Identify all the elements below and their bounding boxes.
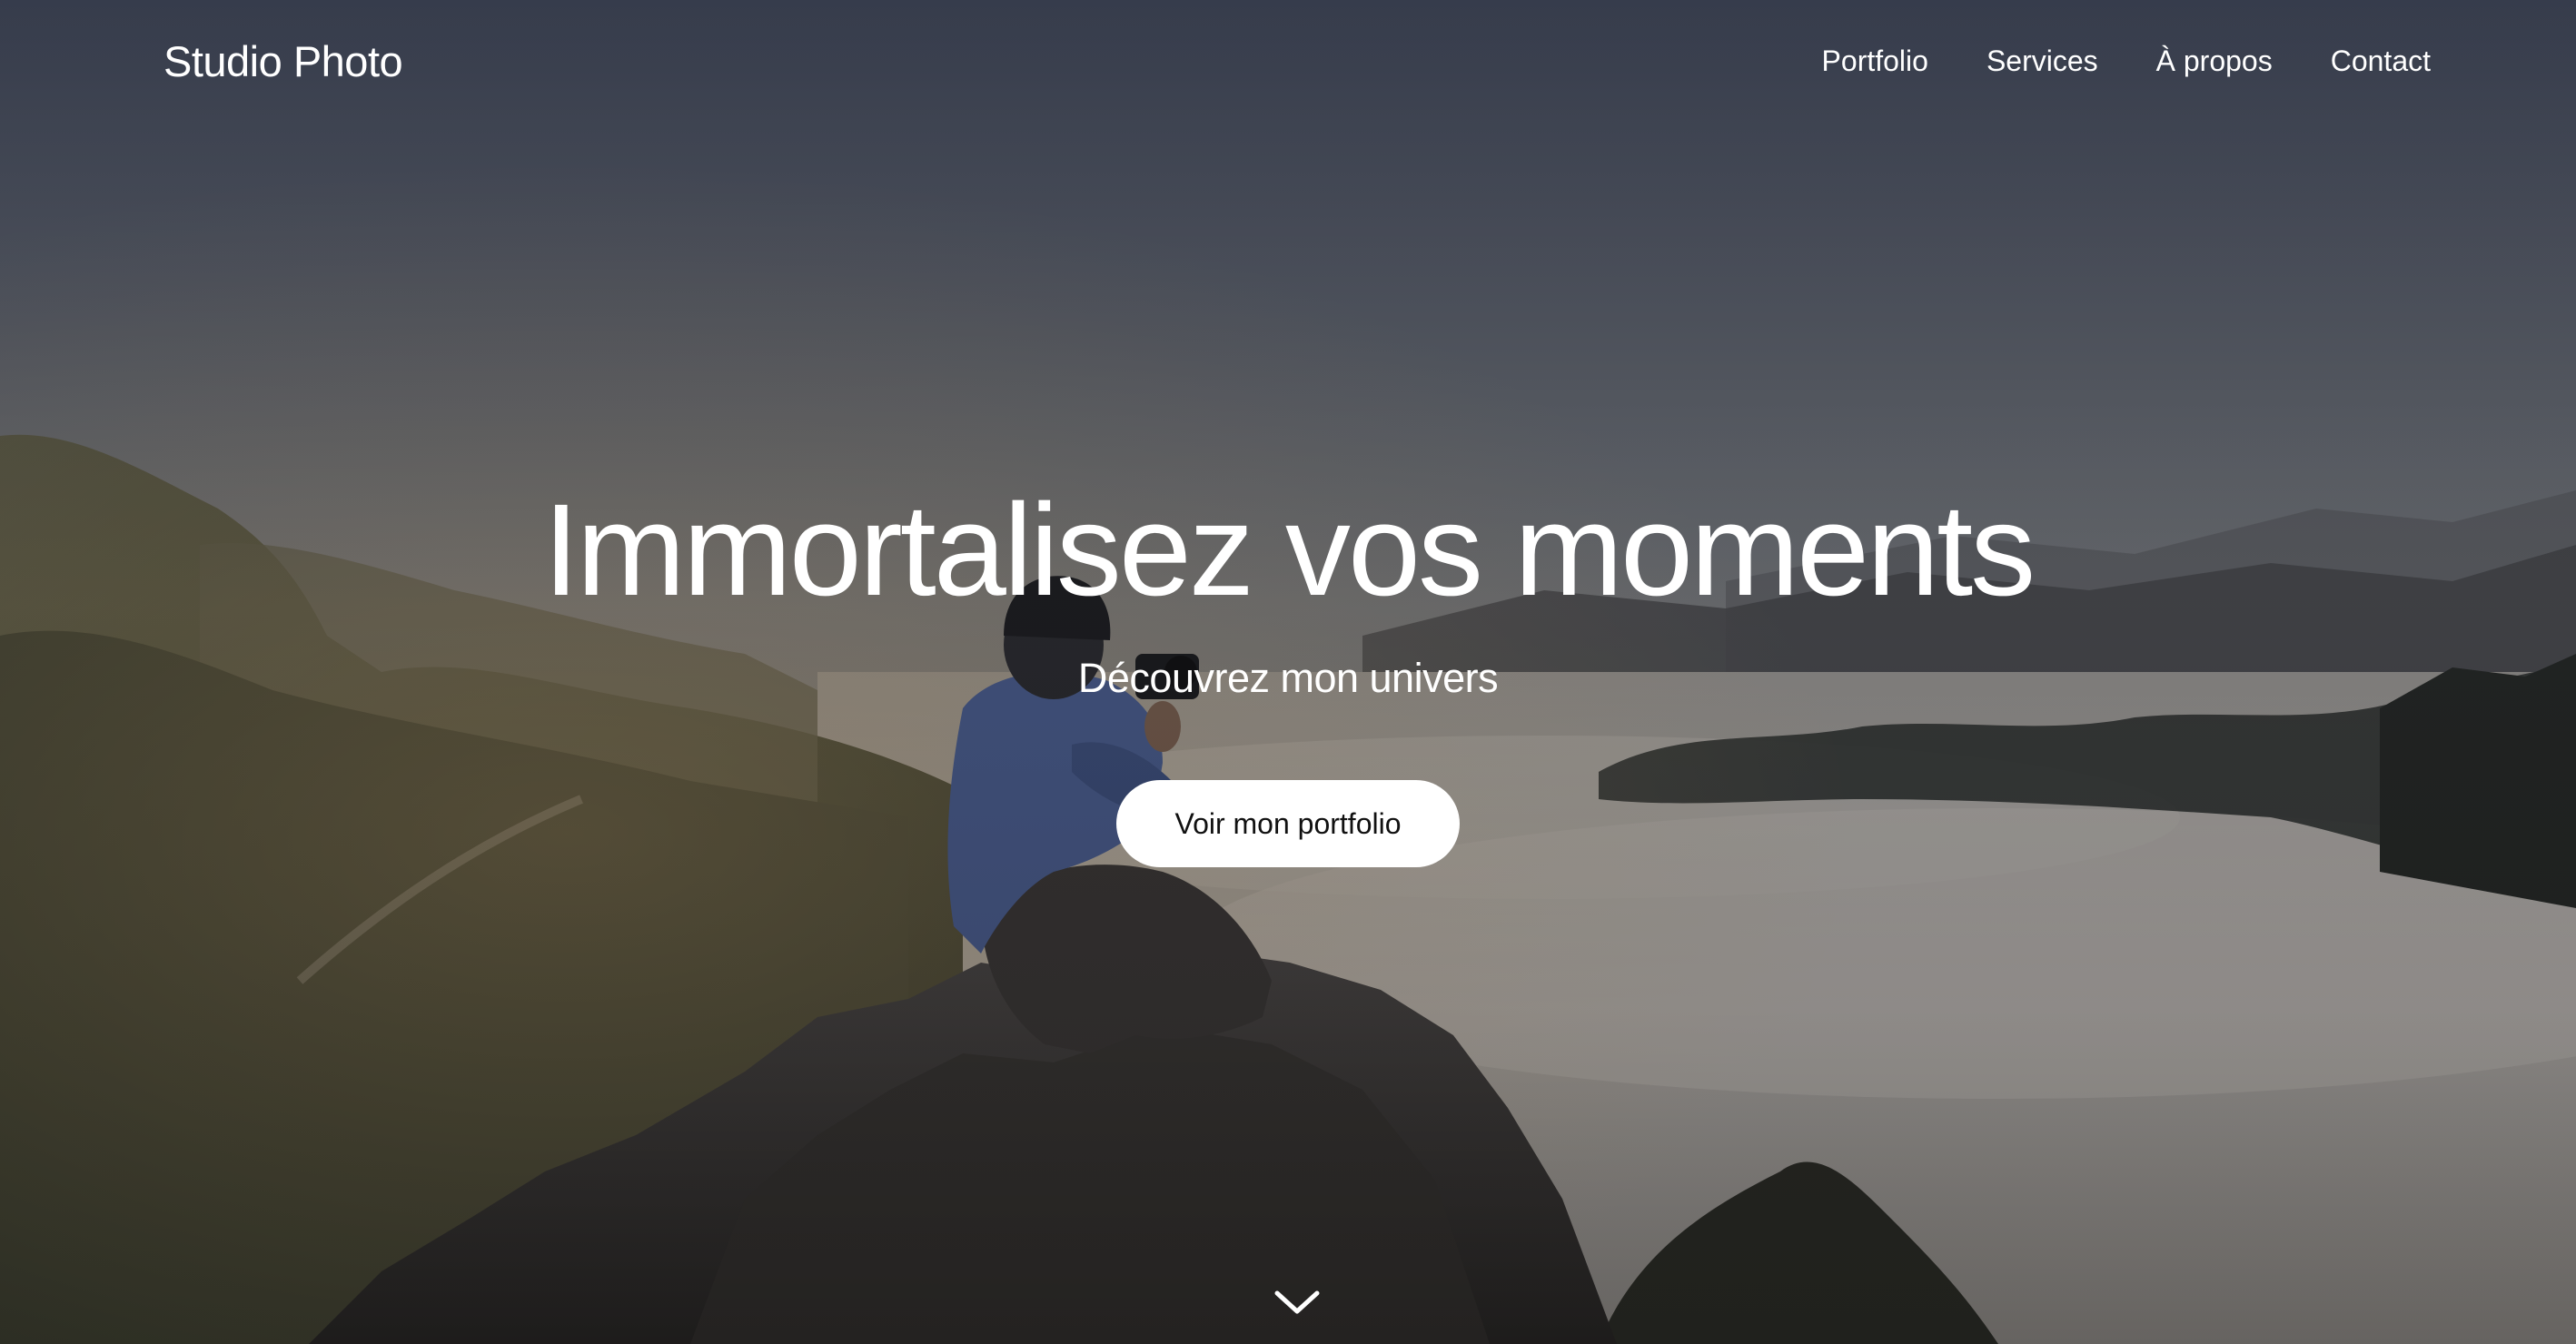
main-nav: Portfolio Services À propos Contact xyxy=(1822,44,2431,78)
nav-link-about[interactable]: À propos xyxy=(2156,44,2273,78)
nav-link-portfolio[interactable]: Portfolio xyxy=(1822,44,1928,78)
hero-title: Immortalisez vos moments xyxy=(542,477,2036,623)
view-portfolio-button[interactable]: Voir mon portfolio xyxy=(1116,780,1460,868)
nav-link-services[interactable]: Services xyxy=(1986,44,2098,78)
nav-link-contact[interactable]: Contact xyxy=(2331,44,2431,78)
hero-subtitle: Découvrez mon univers xyxy=(1077,655,1499,702)
hero-section: Studio Photo Portfolio Services À propos… xyxy=(0,0,2576,1344)
brand-logo-link[interactable]: Studio Photo xyxy=(163,36,403,86)
chevron-down-icon[interactable] xyxy=(1270,1284,1324,1320)
site-header: Studio Photo Portfolio Services À propos… xyxy=(0,0,2576,123)
hero-content: Immortalisez vos moments Découvrez mon u… xyxy=(0,477,2576,868)
